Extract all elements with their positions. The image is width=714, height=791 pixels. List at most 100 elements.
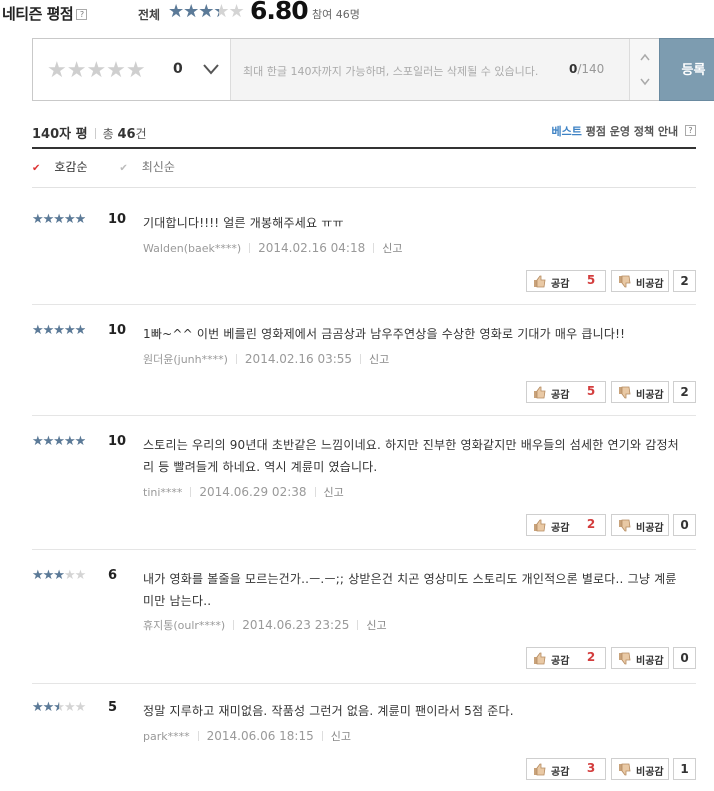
review-meta: tini**** 2014.06.29 02:38 신고 [143,484,344,500]
like-count: 2 [586,650,596,664]
dislike-count: 2 [680,385,689,399]
divider [32,549,696,550]
thumbs-down-icon [619,763,631,776]
sort-by-likes[interactable]: ✔ 호감순 [32,160,102,174]
rating-policy-link[interactable]: 베스트 평점 운영 정책 안내 ? [552,123,696,139]
review-form: ★★★★★ 0 최대 한글 140자까지 가능하며, 스포일러는 삭제될 수 있… [32,38,714,101]
review-author[interactable]: 원더윤(junh****) [143,353,228,366]
divider [32,304,696,305]
review-score: 5 [108,700,118,715]
review-rating-stars: ★★★★★★★★★★ [32,700,86,715]
vote-controls: 공감 2 비공감 0 [526,514,696,536]
divider [32,415,696,416]
divider [321,731,323,741]
review-rating-stars: ★★★★★★★★★★ [32,323,86,338]
thumbs-up-icon [534,652,546,665]
report-link[interactable]: 신고 [331,730,351,743]
report-link[interactable]: 신고 [366,619,386,632]
dislike-count: 0 [680,518,689,532]
review-author[interactable]: Walden(baek****) [143,242,241,255]
review-textarea[interactable]: 최대 한글 140자까지 가능하며, 스포일러는 삭제될 수 있습니다. 0/1… [231,39,629,100]
help-icon[interactable]: ? [76,9,88,20]
like-count: 2 [586,517,596,531]
rating-header: 네티즌 평점? 전체 ★★★★★★★★★★ 6.80 참여 46명 [0,0,714,30]
textarea-scrollbar[interactable] [629,39,659,100]
thumbs-up-icon [534,275,546,288]
rating-picker-stars[interactable]: ★★★★★ [47,58,146,83]
thumbs-up-icon [534,763,546,776]
participant-count: 참여 46명 [312,8,360,21]
review-date: 2014.06.29 02:38 [199,485,307,499]
review-summary: 140자 평 총 46건 베스트 평점 운영 정책 안내 ? [32,123,696,143]
review-rating-stars: ★★★★★★★★★★ [32,568,86,583]
divider [197,731,199,741]
review-date: 2014.02.16 04:18 [258,241,366,255]
review-text: 정말 지루하고 재미없음. 작품성 그런거 없음. 계륜미 팬이라서 5점 준다… [143,704,514,718]
review-meta: Walden(baek****) 2014.02.16 04:18 신고 [143,240,403,256]
dislike-count: 0 [680,651,689,665]
dislike-button[interactable]: 비공감 [611,647,669,669]
like-count: 3 [586,761,596,775]
review-author[interactable]: park**** [143,730,190,743]
report-link[interactable]: 신고 [382,242,402,255]
review-date: 2014.06.23 23:25 [242,618,350,632]
divider [373,243,375,253]
review-text: 내가 영화를 볼줄을 모르는건가..ㅡ.ㅡ;; 상받은건 치곤 영상미도 스토리… [143,572,677,608]
submit-button[interactable]: 등록 [659,38,714,101]
help-icon[interactable]: ? [685,125,696,136]
divider [94,128,96,139]
review-meta: park**** 2014.06.06 18:15 신고 [143,728,351,744]
review-score: 10 [108,212,127,227]
dislike-count-box: 1 [673,758,696,780]
divider [32,683,696,684]
vote-controls: 공감 5 비공감 2 [526,381,696,403]
review-score: 10 [108,434,127,449]
like-count: 5 [586,273,596,287]
review-meta: 원더윤(junh****) 2014.02.16 03:55 신고 [143,351,389,367]
total-label: 전체 [138,8,161,22]
dislike-button[interactable]: 비공감 [611,381,669,403]
thumbs-down-icon [619,652,631,665]
thumbs-down-icon [619,275,631,288]
divider [357,620,359,630]
check-icon: ✔ [32,163,41,174]
dislike-count: 2 [680,274,689,288]
review-text: 기대합니다!!!! 얼른 개봉해주세요 ㅠㅠ [143,216,344,230]
vote-controls: 공감 5 비공감 2 [526,270,696,292]
review-rating-stars: ★★★★★★★★★★ [32,212,86,227]
report-link[interactable]: 신고 [369,353,389,366]
review-date: 2014.06.06 18:15 [206,729,314,743]
netizen-rating-title: 네티즌 평점? [2,3,88,24]
chevron-down-icon[interactable] [201,59,221,79]
dislike-button[interactable]: 비공감 [611,270,669,292]
check-icon: ✔ [119,163,128,174]
section-label: 140자 평 [32,127,88,142]
vote-controls: 공감 3 비공감 1 [526,758,696,780]
vote-controls: 공감 2 비공감 0 [526,647,696,669]
dislike-button[interactable]: 비공감 [611,758,669,780]
arrow-down-icon[interactable] [640,76,650,86]
divider [249,243,251,253]
review-rating-stars: ★★★★★★★★★★ [32,434,86,449]
total-count: 총 46건 [102,127,147,142]
divider [235,354,237,364]
report-link[interactable]: 신고 [324,486,344,499]
review-author[interactable]: tini**** [143,486,182,499]
review-author[interactable]: 휴지통(oulr****) [143,619,225,632]
thumbs-down-icon [619,386,631,399]
dislike-count-box: 2 [673,381,696,403]
dislike-button[interactable]: 비공감 [611,514,669,536]
arrow-up-icon[interactable] [640,53,650,63]
divider [360,354,362,364]
thumbs-up-icon [534,386,546,399]
review-date: 2014.02.16 03:55 [244,352,353,366]
divider [233,620,235,630]
divider [190,487,192,497]
review-text: 1빠~^^ 이번 베를린 영화제에서 금곰상과 남우주연상을 수상한 영화로 기… [143,327,626,341]
review-score: 10 [108,323,127,338]
average-rating-stars: ★★★★★★★★★★ [168,1,245,22]
dislike-count-box: 0 [673,647,696,669]
sort-by-latest[interactable]: ✔ 최신순 [119,160,189,174]
review-meta: 휴지통(oulr****) 2014.06.23 23:25 신고 [143,617,387,633]
thumbs-up-icon [534,519,546,532]
